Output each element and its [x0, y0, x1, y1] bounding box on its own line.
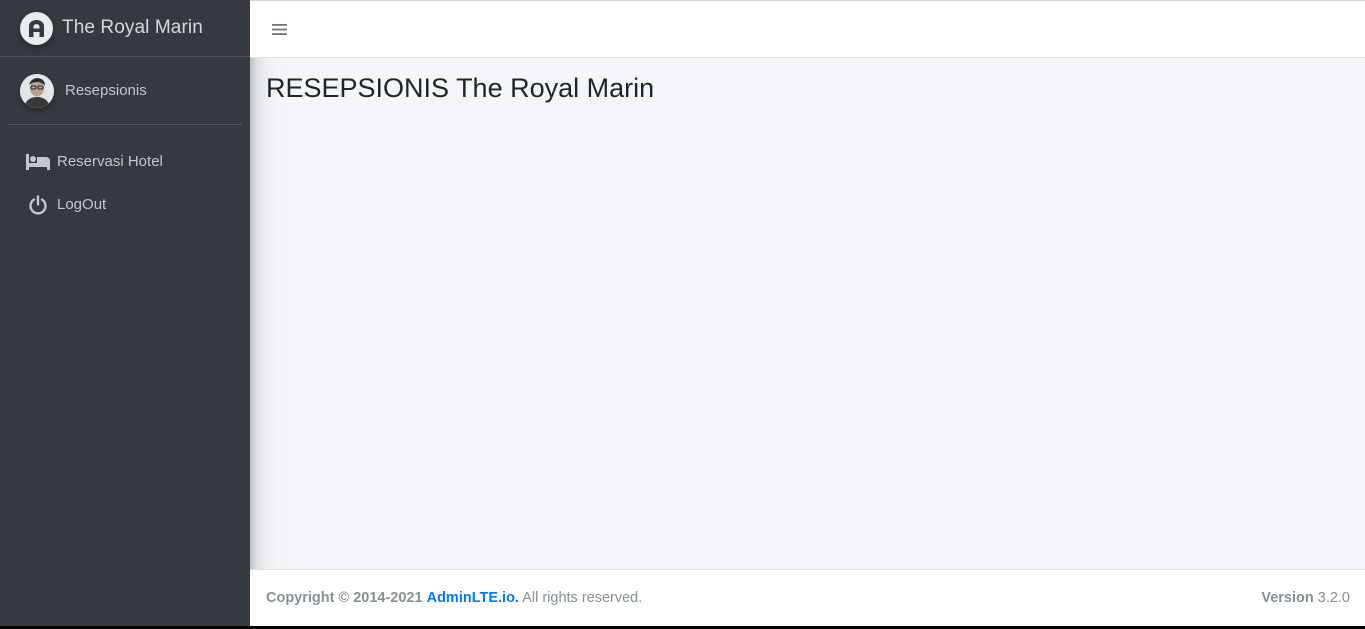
brand-name: The Royal Marin	[62, 17, 203, 38]
page-title: RESEPSIONIS The Royal Marin	[266, 73, 655, 103]
rights-text: All rights reserved.	[522, 590, 643, 606]
content-wrapper: RESEPSIONIS The Royal Marin	[250, 58, 1365, 569]
adminlte-link[interactable]: AdminLTE.io.	[427, 590, 519, 606]
adminlte-logo-icon	[20, 11, 53, 45]
user-name: Resepsionis	[65, 82, 147, 99]
bed-icon	[26, 152, 50, 172]
brand-link[interactable]: The Royal Marin	[0, 0, 250, 57]
sidebar-item-label: Reservasi Hotel	[57, 153, 163, 170]
user-avatar-icon	[20, 73, 54, 108]
main-footer: Copyright © 2014-2021 AdminLTE.io. All r…	[250, 569, 1365, 626]
app-window: The Royal Marin Resepsionis Reservasi Ho…	[0, 0, 1365, 626]
footer-copyright: Copyright © 2014-2021 AdminLTE.io. All r…	[266, 590, 642, 606]
copyright-text: Copyright © 2014-2021	[266, 590, 423, 606]
top-navbar	[250, 0, 1365, 58]
sidebar: The Royal Marin Resepsionis Reservasi Ho…	[0, 0, 250, 626]
power-icon	[26, 194, 50, 215]
hamburger-icon[interactable]	[272, 21, 290, 37]
sidebar-item-logout[interactable]: LogOut	[0, 183, 242, 226]
version-label: Version	[1261, 590, 1314, 606]
user-panel[interactable]: Resepsionis	[8, 57, 242, 125]
version-value: 3.2.0	[1317, 590, 1350, 606]
sidebar-item-label: LogOut	[57, 196, 107, 213]
sidebar-item-reservasi-hotel[interactable]: Reservasi Hotel	[0, 140, 242, 183]
sidebar-nav: Reservasi Hotel LogOut	[0, 125, 250, 226]
footer-version: Version 3.2.0	[1261, 590, 1350, 606]
